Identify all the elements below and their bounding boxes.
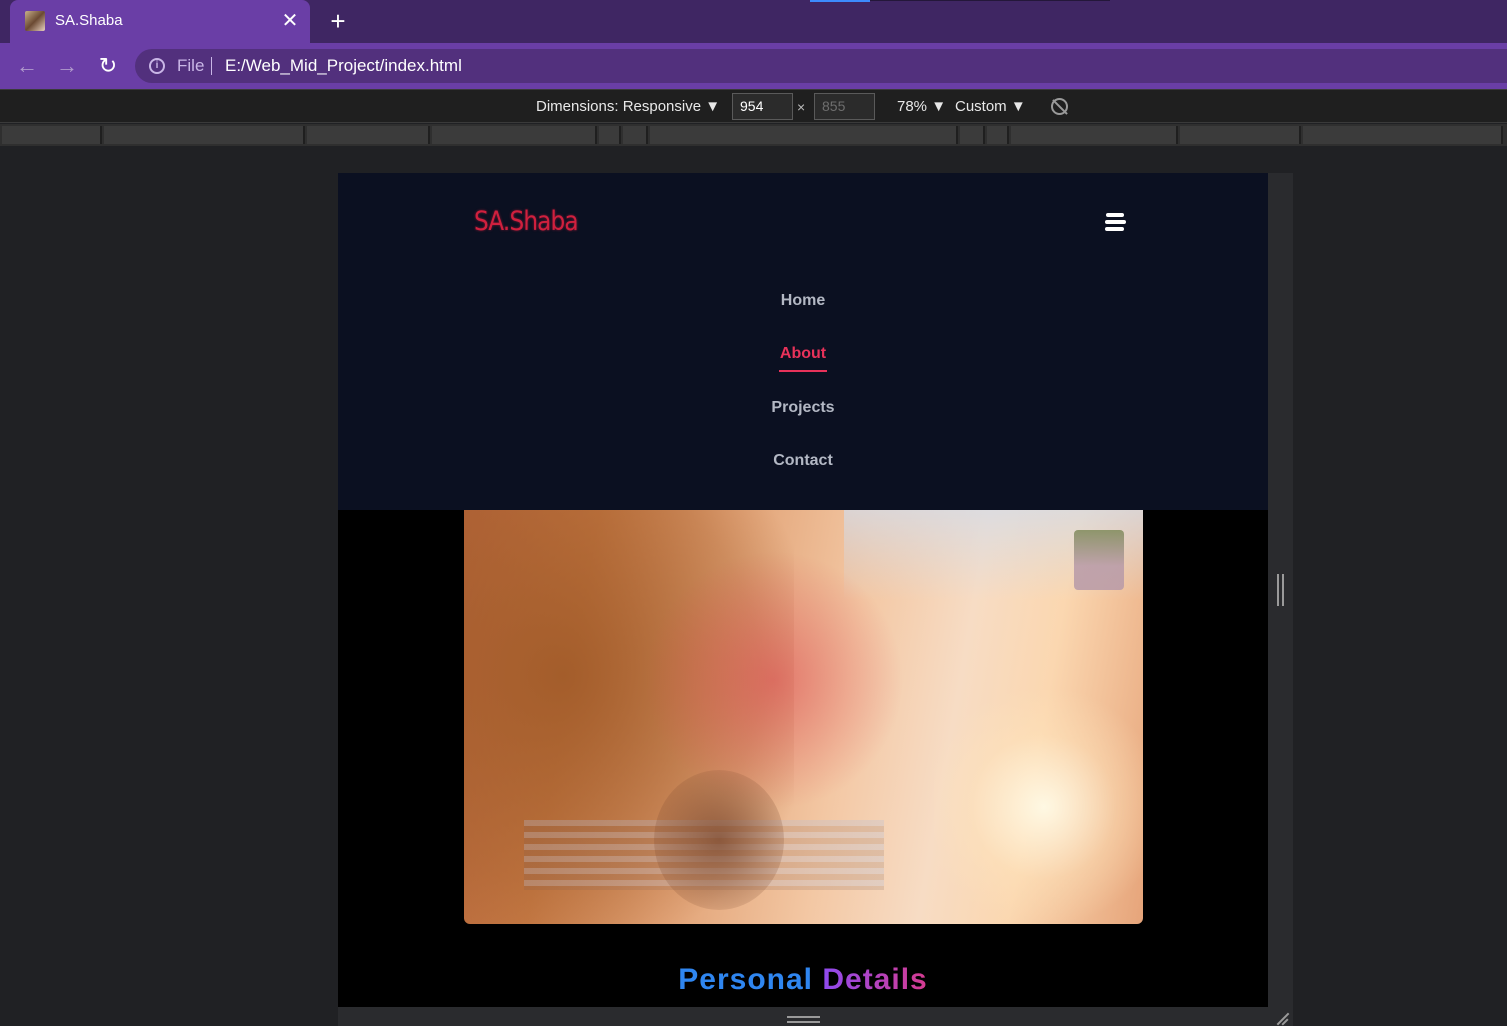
- media-query-segment[interactable]: [2, 126, 102, 144]
- resize-width-handle[interactable]: [1277, 574, 1284, 606]
- nav-link-contact[interactable]: Contact: [338, 452, 1268, 470]
- media-query-segment[interactable]: [1011, 126, 1178, 144]
- forward-button[interactable]: →: [52, 51, 82, 81]
- section-title-word-2: Details: [822, 963, 928, 996]
- profile-photo: [464, 510, 1143, 924]
- times-glyph: ×: [797, 99, 806, 115]
- section-title: Personal Details: [338, 963, 1268, 997]
- window-accent: [810, 0, 870, 2]
- reload-button[interactable]: ↻: [93, 51, 123, 81]
- media-query-segment[interactable]: [104, 126, 305, 144]
- throttle-dropdown[interactable]: Custom ▼: [955, 98, 1026, 115]
- media-query-bar: [0, 124, 1507, 146]
- info-icon[interactable]: i: [149, 58, 165, 74]
- media-query-segment[interactable]: [960, 126, 985, 144]
- media-query-segment[interactable]: [1180, 126, 1301, 144]
- url-scheme: File: [177, 56, 205, 75]
- media-query-segment[interactable]: [599, 126, 621, 144]
- section-title-word-1: Personal: [678, 963, 813, 996]
- hamburger-menu-icon[interactable]: [1105, 213, 1126, 231]
- url-divider: [211, 57, 212, 75]
- site-logo[interactable]: SA.Shaba: [474, 206, 579, 237]
- zoom-dropdown[interactable]: 78% ▼: [897, 98, 946, 115]
- tab-title: SA.Shaba: [55, 12, 123, 29]
- height-input[interactable]: 855: [814, 93, 875, 120]
- nav-link-home[interactable]: Home: [338, 292, 1268, 310]
- media-query-segment[interactable]: [432, 126, 597, 144]
- new-tab-button[interactable]: +: [324, 6, 352, 36]
- emulated-page: SA.Shaba Home About Projects Contact Per…: [338, 173, 1268, 1007]
- site-header: SA.Shaba Home About Projects Contact: [338, 173, 1268, 510]
- media-query-segment[interactable]: [623, 126, 648, 144]
- browser-toolbar: ← → ↻ i File E:/Web_Mid_Project/index.ht…: [0, 43, 1507, 89]
- nav-link-projects[interactable]: Projects: [338, 399, 1268, 417]
- media-query-segment[interactable]: [987, 126, 1009, 144]
- device-toolbar: Dimensions: Responsive ▼ 954 × 855 78% ▼…: [0, 89, 1507, 123]
- nav-link-about[interactable]: About: [338, 345, 1268, 363]
- media-query-segment[interactable]: [650, 126, 958, 144]
- tab-sashaba[interactable]: SA.Shaba ✕: [10, 0, 310, 43]
- window-accent-dark: [870, 0, 1110, 1]
- favicon-icon: [25, 11, 45, 31]
- resize-height-handle[interactable]: [787, 1016, 820, 1023]
- rotate-icon[interactable]: [1051, 98, 1068, 115]
- dimensions-dropdown[interactable]: Dimensions: Responsive ▼: [536, 98, 720, 115]
- active-nav-underline: [779, 370, 827, 372]
- address-bar[interactable]: i File E:/Web_Mid_Project/index.html: [135, 49, 1507, 83]
- close-icon[interactable]: ✕: [278, 9, 302, 33]
- url-text[interactable]: E:/Web_Mid_Project/index.html: [225, 56, 462, 76]
- width-input[interactable]: 954: [732, 93, 793, 120]
- back-button[interactable]: ←: [12, 51, 42, 81]
- media-query-segment[interactable]: [1303, 126, 1503, 144]
- resize-corner-handle[interactable]: [1273, 1010, 1289, 1026]
- media-query-segment[interactable]: [307, 126, 430, 144]
- tab-strip: SA.Shaba ✕ +: [0, 0, 1507, 43]
